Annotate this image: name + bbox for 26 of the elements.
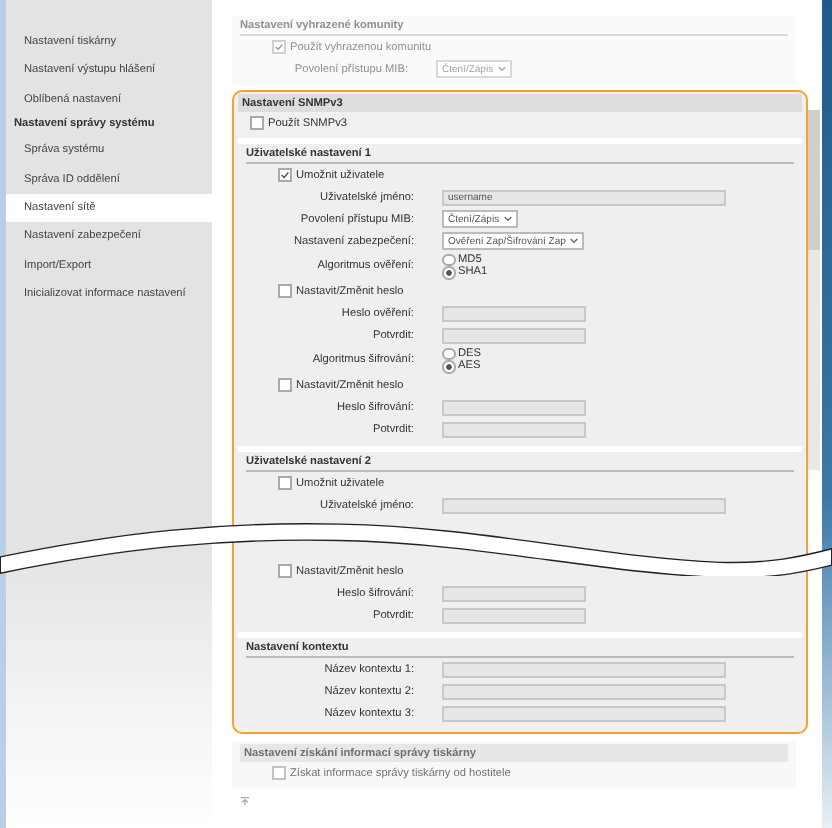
caret-icon (569, 238, 578, 244)
input-field[interactable] (442, 497, 726, 513)
checkbox[interactable] (278, 284, 292, 298)
radio-button[interactable] (442, 253, 455, 266)
input-field[interactable] (442, 661, 726, 677)
input-field[interactable] (442, 305, 586, 321)
input-field[interactable] (442, 607, 586, 623)
checkbox[interactable] (278, 476, 292, 490)
input-field[interactable] (442, 421, 586, 437)
radio-button[interactable] (442, 347, 455, 360)
checkbox[interactable] (278, 168, 292, 182)
back-to-top-icon[interactable] (240, 796, 250, 806)
caret-icon (503, 216, 512, 222)
caret-icon (497, 66, 506, 72)
checkbox[interactable] (278, 564, 292, 578)
input-field[interactable] (442, 327, 586, 343)
radio-button[interactable] (442, 360, 455, 373)
checkbox[interactable] (272, 40, 286, 54)
checkbox[interactable] (278, 378, 292, 392)
scrollbar[interactable] (808, 110, 820, 470)
checkbox[interactable] (250, 116, 264, 130)
input-field[interactable] (442, 399, 586, 415)
input-field[interactable] (442, 705, 726, 721)
input-field[interactable] (442, 585, 586, 601)
radio-button[interactable] (442, 266, 455, 279)
input-field[interactable] (442, 683, 726, 699)
